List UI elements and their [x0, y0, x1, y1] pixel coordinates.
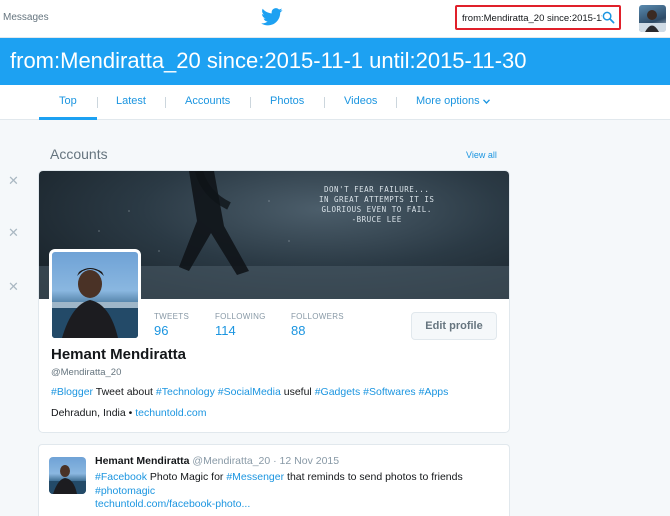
tab-divider: [250, 97, 251, 108]
twitter-bird-icon[interactable]: [261, 8, 283, 26]
hashtag-link[interactable]: #Facebook: [95, 471, 147, 483]
tab-videos[interactable]: Videos: [344, 95, 377, 107]
user-avatar-icon[interactable]: [639, 5, 666, 32]
tab-photos[interactable]: Photos: [270, 95, 304, 107]
chevron-down-icon: [482, 98, 490, 104]
top-navigation-bar: Messages: [0, 0, 670, 38]
hashtag-link[interactable]: #Messenger: [226, 471, 284, 483]
profile-avatar[interactable]: [49, 249, 141, 341]
tweet-header: Hemant Mendiratta @Mendiratta_20 · 12 No…: [95, 455, 339, 467]
header-quote: DON'T FEAR FAILURE... IN GREAT ATTEMPTS …: [319, 185, 435, 224]
tweet-meta: @Mendiratta_20 · 12 Nov 2015: [189, 455, 340, 467]
profile-card[interactable]: DON'T FEAR FAILURE... IN GREAT ATTEMPTS …: [38, 170, 510, 433]
tab-divider: [97, 97, 98, 108]
profile-location: Dehradun, India: [51, 407, 126, 419]
hashtag-link[interactable]: #Softwares: [363, 386, 416, 398]
tweet-avatar[interactable]: [49, 457, 86, 494]
tweets-label: TWEETS: [154, 312, 190, 321]
tweet-item[interactable]: Hemant Mendiratta @Mendiratta_20 · 12 No…: [38, 444, 510, 516]
tab-more-options[interactable]: More options: [416, 95, 490, 107]
accounts-heading: Accounts: [50, 146, 108, 162]
search-icon[interactable]: [602, 11, 615, 24]
profile-bio: #Blogger Tweet about #Technology #Social…: [51, 386, 448, 398]
hashtag-link[interactable]: #Blogger: [51, 386, 93, 398]
profile-handle: @Mendiratta_20: [51, 367, 122, 378]
search-query-title: from:Mendiratta_20 since:2015-11-1 until…: [10, 48, 527, 73]
separator: •: [125, 407, 136, 419]
tab-divider: [165, 97, 166, 108]
profile-location-line: Dehradun, India • techuntold.com: [51, 407, 206, 419]
tab-top[interactable]: Top: [59, 95, 77, 107]
tweet-author-name[interactable]: Hemant Mendiratta: [95, 455, 190, 467]
dismiss-icon[interactable]: ✕: [8, 225, 19, 241]
hashtag-link[interactable]: #Gadgets: [315, 386, 361, 398]
tab-accounts[interactable]: Accounts: [185, 95, 230, 107]
followers-count[interactable]: 88: [291, 323, 305, 338]
tweet-url-link[interactable]: techuntold.com/facebook-photo...: [95, 498, 250, 510]
search-tabs: Top Latest Accounts Photos Videos More o…: [0, 85, 670, 120]
profile-name[interactable]: Hemant Mendiratta: [51, 346, 186, 363]
view-all-link[interactable]: View all: [466, 150, 497, 160]
profile-website-link[interactable]: techuntold.com: [135, 407, 206, 419]
hashtag-link[interactable]: #SocialMedia: [218, 386, 281, 398]
active-tab-indicator: [39, 117, 97, 120]
messages-link[interactable]: Messages: [3, 12, 49, 23]
tab-divider: [396, 97, 397, 108]
tweets-count[interactable]: 96: [154, 323, 168, 338]
tweet-text-part: Photo Magic for: [146, 471, 227, 483]
tweet-text: #Facebook Photo Magic for #Messenger tha…: [95, 470, 495, 498]
search-query-banner: from:Mendiratta_20 since:2015-11-1 until…: [0, 38, 670, 85]
dismiss-icon[interactable]: ✕: [8, 279, 19, 295]
tweet-text-part: that reminds to send photos to friends: [284, 471, 463, 483]
hashtag-link[interactable]: #photomagic: [95, 485, 155, 497]
followers-label: FOLLOWERS: [291, 312, 344, 321]
following-count[interactable]: 114: [215, 323, 236, 338]
bio-text: Tweet about: [93, 386, 156, 398]
hashtag-link[interactable]: #Apps: [419, 386, 449, 398]
tab-divider: [324, 97, 325, 108]
hashtag-link[interactable]: #Technology: [156, 386, 215, 398]
bio-text: useful: [280, 386, 315, 398]
search-input[interactable]: [462, 11, 602, 25]
tab-latest[interactable]: Latest: [116, 95, 146, 107]
dismiss-icon[interactable]: ✕: [8, 173, 19, 189]
following-label: FOLLOWING: [215, 312, 266, 321]
tab-more-options-label: More options: [416, 95, 480, 107]
search-box[interactable]: [455, 5, 621, 30]
edit-profile-button[interactable]: Edit profile: [411, 312, 497, 340]
